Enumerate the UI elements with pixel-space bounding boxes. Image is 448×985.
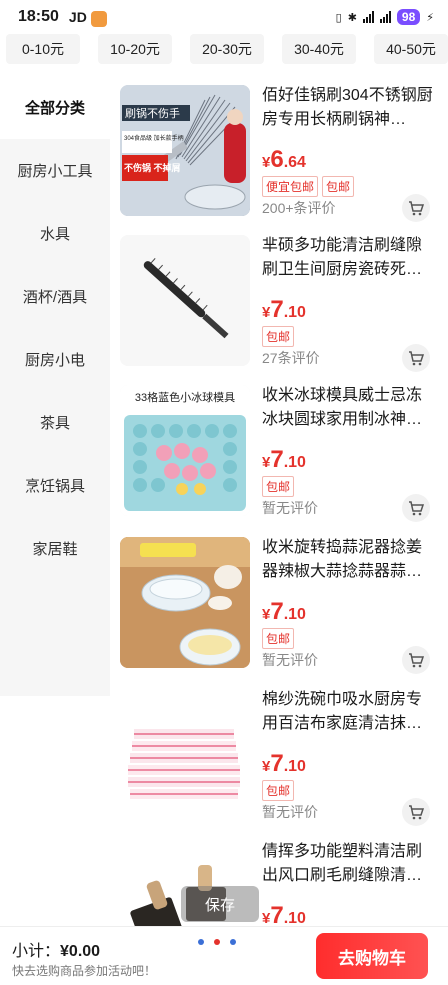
page-indicator	[198, 939, 236, 945]
cart-icon	[409, 501, 425, 516]
svg-text:304食品级 加长款手柄: 304食品级 加长款手柄	[124, 134, 184, 142]
subtotal: 小计：¥0.00	[12, 937, 100, 961]
subtotal-label: 小计：	[12, 943, 61, 960]
save-button[interactable]: 保存	[181, 886, 259, 922]
product-tags: 便宜包邮 包邮	[262, 176, 355, 197]
tag-free-shipping: 包邮	[262, 476, 295, 497]
go-to-cart-button[interactable]: 去购物车	[316, 933, 428, 979]
sidebar-spacer	[0, 696, 110, 926]
product-card[interactable]: 33格蓝色小冰球模具 收米冰球模具威士忌冻冰块圆球家用制冰神… ¥7.10 包邮…	[110, 376, 448, 526]
product-image[interactable]	[120, 689, 250, 820]
product-reviews: 暂无评价	[262, 652, 318, 668]
battery-indicator: 98	[396, 9, 421, 25]
product-image[interactable]	[120, 537, 250, 668]
product-tags: 包邮	[262, 628, 295, 649]
tag-free-shipping: 包邮	[262, 628, 295, 649]
product-title[interactable]: 倩挥多功能塑料清洁刷出风口刷毛刷缝隙清…	[262, 840, 437, 888]
tag-free-shipping: 包邮	[262, 326, 295, 347]
product-image[interactable]	[120, 235, 250, 366]
indicator-dot	[230, 939, 236, 945]
product-list: 刷锅不伤手 304食品级 加长款手柄 不伤锅 不掉屑 佰好佳锅刷304不锈钢厨房…	[110, 76, 448, 926]
tag-free-shipping: 包邮	[262, 780, 295, 801]
indicator-dot	[198, 939, 204, 945]
jd-mascot-icon	[90, 11, 107, 27]
vibrate-icon: ▯	[335, 11, 342, 24]
sidebar-item-kitchen-appliances[interactable]: 厨房小电	[0, 328, 110, 391]
product-image[interactable]: 刷锅不伤手 304食品级 加长款手柄 不伤锅 不掉屑	[120, 85, 250, 216]
cart-icon	[409, 201, 425, 216]
product-tags: 包邮	[262, 476, 295, 497]
product-title[interactable]: 收米冰球模具威士忌冻冰块圆球家用制冰神…	[262, 384, 437, 432]
add-to-cart-button[interactable]	[402, 798, 430, 826]
product-card[interactable]: 收米旋转捣蒜泥器捻姜器辣椒大蒜捻蒜器蒜… ¥7.10 包邮 暂无评价	[110, 528, 448, 678]
product-price: ¥6.64	[262, 146, 306, 173]
tag-cheap-free-shipping: 便宜包邮	[262, 176, 319, 197]
price-range-tabs: 0-10元 10-20元 20-30元 30-40元 40-50元	[0, 34, 448, 70]
product-title[interactable]: 收米旋转捣蒜泥器捻姜器辣椒大蒜捻蒜器蒜…	[262, 536, 437, 584]
subtotal-amount: ¥0.00	[60, 943, 101, 960]
product-card[interactable]: 棉纱洗碗巾吸水厨房专用百洁布家庭清洁抹… ¥7.10 包邮 暂无评价	[110, 680, 448, 830]
status-indicators: ▯ ✱ 98 ⚡	[336, 9, 434, 25]
signal-icon	[362, 11, 374, 23]
product-price: ¥7.10	[262, 296, 306, 323]
product-price: ¥7.10	[262, 750, 306, 777]
price-tab[interactable]: 10-20元	[98, 34, 172, 64]
sidebar-item-wine-glasses[interactable]: 酒杯/酒具	[0, 265, 110, 328]
product-price: ¥7.10	[262, 598, 306, 625]
cart-icon	[409, 351, 425, 366]
sidebar-item-tea-sets[interactable]: 茶具	[0, 391, 110, 454]
add-to-cart-button[interactable]	[402, 646, 430, 674]
sidebar-item-drinkware[interactable]: 水具	[0, 202, 110, 265]
promo-hint: 快去选购商品参加活动吧！	[12, 964, 157, 978]
image-banner-text: 刷锅不伤手	[125, 106, 180, 120]
product-title[interactable]: 棉纱洗碗巾吸水厨房专用百洁布家庭清洁抹…	[262, 688, 437, 736]
add-to-cart-button[interactable]	[402, 344, 430, 372]
product-tags: 包邮	[262, 780, 295, 801]
price-tab[interactable]: 0-10元	[6, 34, 80, 64]
bluetooth-icon: ✱	[347, 11, 357, 24]
sidebar-item-cookware[interactable]: 烹饪锅具	[0, 454, 110, 517]
product-card[interactable]: 芈硕多功能清洁刷缝隙刷卫生间厨房瓷砖死… ¥7.10 包邮 27条评价	[110, 226, 448, 376]
status-time: 18:50	[18, 8, 59, 25]
product-image[interactable]: 33格蓝色小冰球模具	[120, 385, 250, 516]
status-bar: 18:50 JD ▯ ✱ 98 ⚡	[0, 0, 448, 34]
price-tab[interactable]: 30-40元	[282, 34, 356, 64]
product-title[interactable]: 芈硕多功能清洁刷缝隙刷卫生间厨房瓷砖死…	[262, 234, 437, 282]
product-reviews: 暂无评价	[262, 500, 318, 516]
product-tags: 包邮	[262, 326, 295, 347]
product-card[interactable]: 倩挥多功能塑料清洁刷出风口刷毛刷缝隙清… ¥7.10	[110, 832, 448, 926]
price-tab[interactable]: 20-30元	[190, 34, 264, 64]
bottom-bar: 小计：¥0.00 快去选购商品参加活动吧！ 去购物车	[0, 926, 448, 985]
product-reviews: 27条评价	[262, 350, 320, 366]
status-app-name: JD	[68, 9, 87, 25]
indicator-dot	[214, 939, 220, 945]
charging-icon: ⚡	[426, 11, 434, 24]
svg-text:不伤锅 不掉屑: 不伤锅 不掉屑	[124, 162, 181, 173]
product-reviews: 暂无评价	[262, 804, 318, 820]
sidebar-item-home-shoes[interactable]: 家居鞋	[0, 517, 110, 580]
cart-icon	[409, 653, 425, 668]
product-price: ¥7.10	[262, 902, 306, 926]
product-price: ¥7.10	[262, 446, 306, 473]
sidebar-item-kitchen-tools[interactable]: 厨房小工具	[0, 139, 110, 202]
tag-free-shipping: 包邮	[322, 176, 355, 197]
signal-icon-2	[379, 11, 391, 23]
category-sidebar: 全部分类 厨房小工具 水具 酒杯/酒具 厨房小电 茶具 烹饪锅具 家居鞋	[0, 76, 110, 696]
sidebar-item-all[interactable]: 全部分类	[0, 76, 110, 139]
price-tab[interactable]: 40-50元	[374, 34, 448, 64]
add-to-cart-button[interactable]	[402, 494, 430, 522]
add-to-cart-button[interactable]	[402, 194, 430, 222]
product-title[interactable]: 佰好佳锅刷304不锈钢厨房专用长柄刷锅神…	[262, 84, 437, 132]
product-card[interactable]: 刷锅不伤手 304食品级 加长款手柄 不伤锅 不掉屑 佰好佳锅刷304不锈钢厨房…	[110, 76, 448, 226]
product-reviews: 200+条评价	[262, 200, 336, 216]
cart-icon	[409, 805, 425, 820]
image-caption: 33格蓝色小冰球模具	[135, 390, 235, 404]
